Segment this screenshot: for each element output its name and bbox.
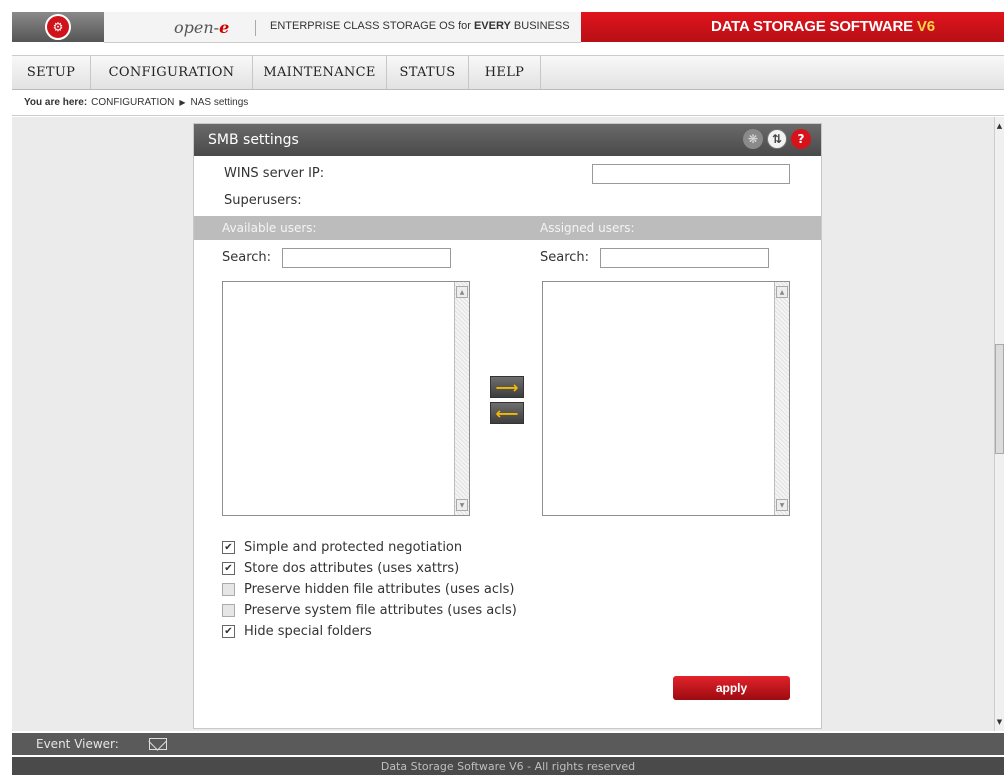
checkbox-label: Store dos attributes (uses xattrs) [244, 561, 460, 576]
event-viewer-label: Event Viewer: [36, 737, 119, 751]
checkbox-label: Preserve system file attributes (uses ac… [244, 603, 517, 618]
tagline: ENTERPRISE CLASS STORAGE OS for EVERY BU… [270, 20, 570, 32]
scroll-down-icon[interactable]: ▼ [995, 715, 1004, 729]
brand-separator [255, 20, 256, 36]
breadcrumb: You are here: CONFIGURATION ▶ NAS settin… [12, 90, 1004, 116]
menu-setup[interactable]: SETUP [12, 56, 91, 89]
checkbox-spnego[interactable]: ✔ Simple and protected negotiation [222, 540, 462, 555]
search-assigned-label: Search: [540, 250, 590, 265]
checkbox-disabled [222, 583, 235, 596]
logo-cell[interactable]: ⚙ [12, 12, 104, 42]
search-available-input[interactable] [282, 248, 451, 268]
breadcrumb-arrow-icon: ▶ [179, 98, 186, 107]
refresh-icon[interactable]: ⇅ [767, 129, 787, 149]
scroll-down-icon[interactable]: ▼ [776, 499, 788, 511]
panel-icons: ❋ ⇅ ? [743, 129, 811, 149]
content-area: SMB settings ❋ ⇅ ? WINS server IP: Super… [12, 117, 994, 731]
top-header: ⚙ open-e ENTERPRISE CLASS STORAGE OS for… [0, 0, 1004, 43]
wins-server-input[interactable] [592, 164, 790, 184]
checkbox-label: Hide special folders [244, 624, 372, 639]
checkbox-preserve-system: Preserve system file attributes (uses ac… [222, 603, 517, 618]
event-viewer-bar: Event Viewer: [12, 733, 1004, 755]
apply-button[interactable]: apply [673, 676, 790, 700]
scroll-up-icon[interactable]: ▲ [995, 119, 1004, 133]
menu-configuration[interactable]: CONFIGURATION [91, 56, 253, 89]
remove-user-arrow-button[interactable]: ⟵ [490, 402, 524, 424]
wins-label: WINS server IP: [224, 166, 325, 181]
product-cell: DATA STORAGE SOFTWARE V6 [581, 12, 1004, 42]
available-users-label: Available users: [222, 221, 317, 235]
scroll-thumb[interactable] [995, 344, 1004, 454]
help-icon[interactable]: ? [791, 129, 811, 149]
assigned-users-list[interactable]: ▲ ▼ [542, 281, 790, 516]
breadcrumb-prefix: You are here: [24, 97, 88, 108]
search-available-label: Search: [222, 250, 272, 265]
brand-cell: open-e ENTERPRISE CLASS STORAGE OS for E… [104, 12, 581, 43]
brand-logo: open-e [174, 18, 230, 37]
footer: Data Storage Software V6 - All rights re… [12, 757, 1004, 775]
checkbox-label: Simple and protected negotiation [244, 540, 463, 555]
assigned-users-label: Assigned users: [540, 221, 635, 235]
smb-settings-panel: SMB settings ❋ ⇅ ? WINS server IP: Super… [193, 123, 822, 729]
assigned-list-scrollbar[interactable]: ▲ ▼ [774, 282, 789, 515]
checkbox-store-dos[interactable]: ✔ Store dos attributes (uses xattrs) [222, 561, 459, 576]
superusers-label: Superusers: [224, 193, 302, 208]
checkbox-hide-special[interactable]: ✔ Hide special folders [222, 624, 372, 639]
scroll-down-icon[interactable]: ▼ [456, 499, 468, 511]
mail-icon[interactable] [148, 738, 167, 750]
scroll-up-icon[interactable]: ▲ [776, 286, 788, 298]
checkbox-checked[interactable]: ✔ [222, 541, 235, 554]
checkbox-checked[interactable]: ✔ [222, 625, 235, 638]
breadcrumb-page[interactable]: NAS settings [190, 97, 248, 108]
search-assigned-input[interactable] [600, 248, 769, 268]
users-header: Available users: Assigned users: [194, 216, 821, 240]
gear-icon[interactable]: ❋ [743, 129, 763, 149]
available-users-list[interactable]: ▲ ▼ [222, 281, 470, 516]
menu-help[interactable]: HELP [469, 56, 541, 89]
available-list-scrollbar[interactable]: ▲ ▼ [454, 282, 469, 515]
main-menu: SETUP CONFIGURATION MAINTENANCE STATUS H… [12, 55, 1004, 90]
header-top-strip [0, 0, 1004, 12]
page-scrollbar[interactable]: ▲ ▼ [994, 117, 1004, 731]
wrench-icon: ⚙ [45, 14, 71, 40]
add-user-arrow-button[interactable]: ⟶ [490, 376, 524, 398]
product-title: DATA STORAGE SOFTWARE V6 [711, 18, 935, 35]
checkbox-checked[interactable]: ✔ [222, 562, 235, 575]
breadcrumb-section[interactable]: CONFIGURATION [91, 97, 174, 108]
checkbox-disabled [222, 604, 235, 617]
menu-status[interactable]: STATUS [387, 56, 469, 89]
panel-title: SMB settings [208, 132, 299, 148]
scroll-up-icon[interactable]: ▲ [456, 286, 468, 298]
checkbox-label: Preserve hidden file attributes (uses ac… [244, 582, 515, 597]
menu-maintenance[interactable]: MAINTENANCE [253, 56, 387, 89]
checkbox-preserve-hidden: Preserve hidden file attributes (uses ac… [222, 582, 514, 597]
panel-header: SMB settings ❋ ⇅ ? [194, 124, 821, 156]
